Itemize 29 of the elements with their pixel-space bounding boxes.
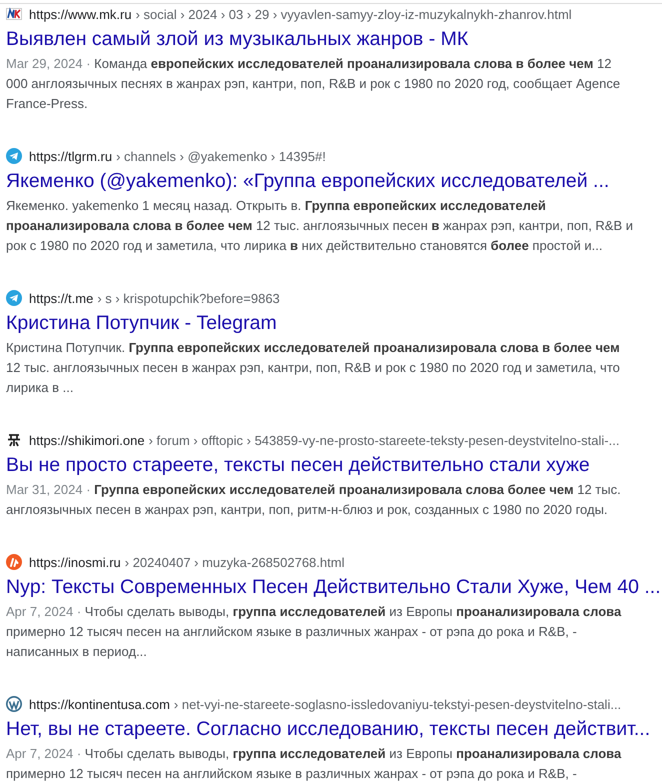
result-snippet: Якеменко. yakemenko 1 месяц назад. Открыть в. Группа европейских исследователей проанализировала слова в более чем 12 тыс. англоязычных песен в жанрах рэп, кантри, поп, R&B и рок с 1980 по 2020 год и заметила, что лирика в них действительно становятся более простой и...: [6, 197, 634, 255]
site-url: https://shikimori.one: [29, 432, 145, 448]
paper-plane-icon: [6, 290, 22, 306]
paper-plane-icon: [6, 148, 22, 164]
url-path: › channels › @yakemenko › 14395#!: [116, 148, 326, 164]
url-path: › forum › offtopic › 543859-vy-ne-prosto-stareete-teksty-pesen-deystvitelno-stali-...: [148, 432, 620, 448]
wordpress-logo-icon: [6, 696, 22, 712]
site-url: https://www.mk.ru: [29, 6, 132, 22]
url-path: › 20240407 › muzyka-268502768.html: [124, 554, 344, 570]
result-snippet: Кристина Потупчик. Группа европейских исследователей проанализировала слова в более чем 12 тыс. англоязычных песен в жанрах рэп, кантри, поп, R&B и рок с 1980 по 2020 год и заметила, что лирика в ...: [6, 339, 621, 397]
site-url: https://tlgrm.ru: [29, 148, 112, 164]
site-url: https://kontinentusa.com: [29, 696, 170, 712]
result-title-link[interactable]: Кристина Потупчик - Telegram: [6, 308, 656, 338]
result-snippet: Apr 7, 2024 · Чтобы сделать выводы, группа исследователей из Европы проанализировала слова примерно 12 тысяч песен на английском языке в различных жанрах - от рэпа до рока и R&B, -: [6, 745, 622, 783]
logo-icon: [6, 6, 22, 22]
result-title-link[interactable]: Якеменко (@yakemenko): «Группа европейских исследователей ...: [6, 166, 656, 196]
site-url: https://inosmi.ru: [29, 554, 121, 570]
result-title-link[interactable]: Выявлен самый злой из музыкальных жанров - МК: [6, 24, 656, 54]
result-title-link[interactable]: Вы не просто стареете, тексты песен действительно стали хуже: [6, 450, 656, 480]
url-path: › s › krispotupchik?before=9863: [97, 290, 280, 306]
result-snippet: Mar 29, 2024 · Команда европейских исследователей проанализировала слова в более чем 12 000 англоязычных песнях в жанрах рэп, кантри, поп, R&B и рок с 1980 по 2020 год, сообщает Agence France-Press.: [6, 55, 622, 113]
url-path: › net-vyi-ne-stareete-soglasno-issledovaniyu-tekstyi-pesen-deystvitelno-stali...: [174, 696, 622, 712]
result-title-link[interactable]: Нет, вы не стареете. Согласно исследованию, тексты песен действит...: [6, 714, 656, 744]
result-snippet: Mar 31, 2024 · Группа европейских исследователей проанализировала слова более чем 12 тыс. англоязычных песен в жанрах рэп, кантри, поп, ритм-н-блюз и рок, созданных с 1980 по 2020 годы.: [6, 481, 622, 519]
logo-icon: [6, 554, 22, 570]
result-snippet: Apr 7, 2024 · Чтобы сделать выводы, группа исследователей из Европы проанализировала слова примерно 12 тысяч песен на английском языке в различных жанрах - от рэпа до рока и R&B, - написанных в период...: [6, 603, 622, 661]
site-url: https://t.me: [29, 290, 94, 306]
url-path: › social › 2024 › 03 › 29 › vyyavlen-samyy-zloy-iz-muzykalnykh-zhanrov.html: [136, 6, 572, 22]
logo-icon: [6, 432, 22, 448]
